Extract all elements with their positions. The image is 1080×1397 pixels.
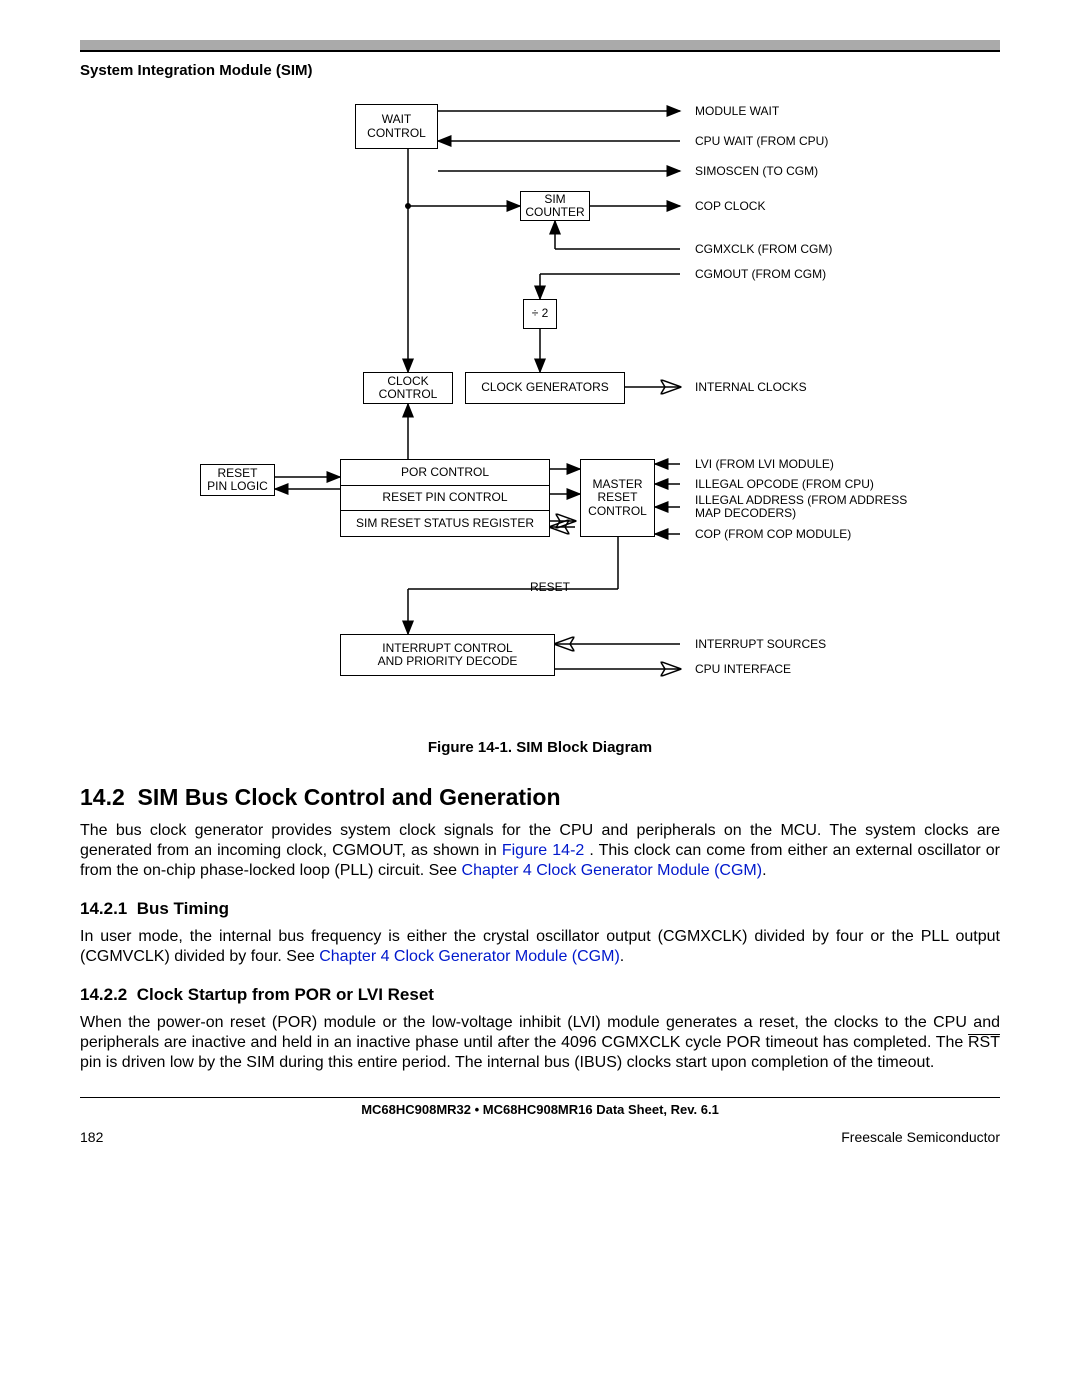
- cell-sim-reset-status: SIM RESET STATUS REGISTER: [341, 511, 549, 536]
- subsection-number-2: 14.2.2: [80, 985, 127, 1004]
- lbl-illegal-address: ILLEGAL ADDRESS (FROM ADDRESSMAP DECODER…: [695, 494, 935, 520]
- running-header: System Integration Module (SIM): [80, 62, 1000, 79]
- lbl-internal-clocks: INTERNAL CLOCKS: [695, 381, 807, 394]
- box-interrupt-control: INTERRUPT CONTROLAND PRIORITY DECODE: [340, 634, 555, 676]
- lbl-cpu-wait: CPU WAIT (FROM CPU): [695, 135, 828, 148]
- lbl-cgmout: CGMOUT (FROM CGM): [695, 268, 826, 281]
- footer-company: Freescale Semiconductor: [841, 1129, 1000, 1145]
- clock-startup-paragraph: When the power-on reset (POR) module or …: [80, 1013, 1000, 1073]
- bus-timing-paragraph: In user mode, the internal bus frequency…: [80, 927, 1000, 967]
- figure-caption: Figure 14-1. SIM Block Diagram: [80, 739, 1000, 756]
- subsection-title: Bus Timing: [137, 899, 229, 918]
- section-title: SIM Bus Clock Control and Generation: [138, 784, 561, 810]
- link-chapter-4-cgm-2[interactable]: Chapter 4 Clock Generator Module (CGM): [319, 948, 620, 965]
- subsection-number: 14.2.1: [80, 899, 127, 918]
- page-number: 182: [80, 1129, 103, 1145]
- box-reset-group: POR CONTROL RESET PIN CONTROL SIM RESET …: [340, 459, 550, 537]
- box-wait-control: WAITCONTROL: [355, 104, 438, 149]
- page: System Integration Module (SIM): [0, 0, 1080, 1175]
- diagram-wires: [125, 89, 955, 729]
- section-heading: 14.2 SIM Bus Clock Control and Generatio…: [80, 784, 1000, 811]
- box-master-reset-control: MASTERRESETCONTROL: [580, 459, 655, 537]
- section-paragraph: The bus clock generator provides system …: [80, 821, 1000, 881]
- box-reset-pin-logic: RESETPIN LOGIC: [200, 464, 275, 496]
- lbl-interrupt-sources: INTERRUPT SOURCES: [695, 638, 826, 651]
- lbl-reset: RESET: [530, 581, 570, 594]
- lbl-illegal-opcode: ILLEGAL OPCODE (FROM CPU): [695, 478, 874, 491]
- box-sim-counter: SIMCOUNTER: [520, 191, 590, 221]
- header-rule: [80, 40, 1000, 52]
- box-clock-control: CLOCKCONTROL: [363, 372, 453, 404]
- footer-doc-title: MC68HC908MR32 • MC68HC908MR16 Data Sheet…: [80, 1098, 1000, 1129]
- box-clock-generators: CLOCK GENERATORS: [465, 372, 625, 404]
- subsection-heading-clock-startup: 14.2.2 Clock Startup from POR or LVI Res…: [80, 985, 1000, 1005]
- lbl-cop: COP (FROM COP MODULE): [695, 528, 851, 541]
- box-div2: ÷ 2: [523, 299, 557, 329]
- link-chapter-4-cgm[interactable]: Chapter 4 Clock Generator Module (CGM): [462, 862, 763, 879]
- rst-overbar: RST: [968, 1034, 1000, 1051]
- link-figure-14-2[interactable]: Figure 14-2: [502, 842, 584, 859]
- subsection-title-2: Clock Startup from POR or LVI Reset: [137, 985, 434, 1004]
- section-number: 14.2: [80, 784, 125, 810]
- subsection-heading-bus-timing: 14.2.1 Bus Timing: [80, 899, 1000, 919]
- cell-reset-pin-control: RESET PIN CONTROL: [341, 486, 549, 512]
- lbl-lvi: LVI (FROM LVI MODULE): [695, 458, 834, 471]
- lbl-cop-clock: COP CLOCK: [695, 200, 765, 213]
- footer-line: 182 Freescale Semiconductor: [80, 1129, 1000, 1145]
- lbl-cpu-interface: CPU INTERFACE: [695, 663, 791, 676]
- cell-por-control: POR CONTROL: [341, 460, 549, 486]
- lbl-cgmxclk: CGMXCLK (FROM CGM): [695, 243, 832, 256]
- lbl-module-wait: MODULE WAIT: [695, 105, 779, 118]
- lbl-simoscen: SIMOSCEN (TO CGM): [695, 165, 818, 178]
- sim-block-diagram: WAITCONTROL SIMCOUNTER ÷ 2 CLOCKCONTROL …: [125, 89, 955, 729]
